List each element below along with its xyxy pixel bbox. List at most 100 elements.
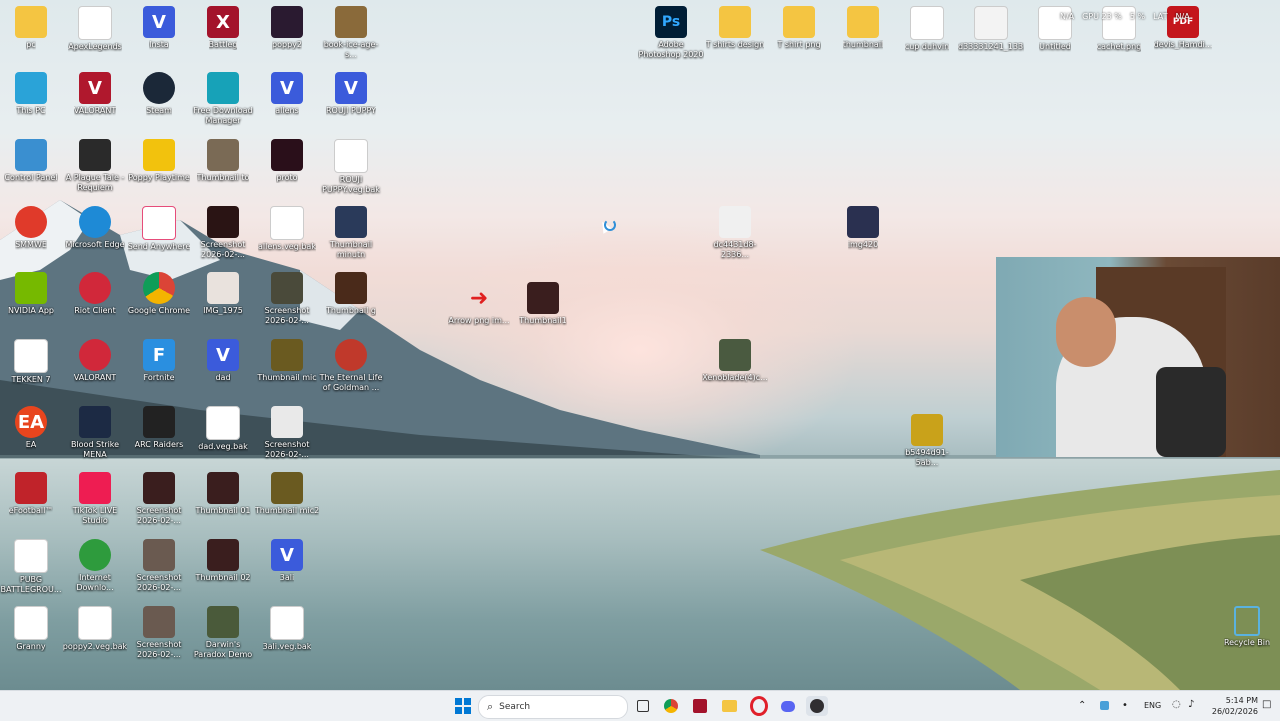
gpu-stat: GPU 23 %: [1082, 12, 1122, 21]
desktop-icon-xenoblade[interactable]: Xenoblade(4)c...: [702, 339, 768, 383]
desktop-icon-book-ice-age[interactable]: book-ice-age-s...: [318, 6, 384, 60]
desktop-icon-smmwe[interactable]: SMMWE: [0, 206, 64, 250]
desktop-icon-this-pc[interactable]: This PC: [0, 72, 64, 116]
desktop-icon-riot-client[interactable]: Riot Client: [62, 272, 128, 316]
desktop-icon-dad-bak[interactable]: dad.veg.bak: [190, 406, 256, 452]
image-thumbnail-icon: [207, 206, 239, 238]
steam-icon: [143, 72, 175, 104]
desktop-icon-thumbnail02[interactable]: Thumbnail 02: [190, 539, 256, 583]
desktop-icon-chrome[interactable]: Google Chrome: [126, 272, 192, 316]
desktop-icon-allens[interactable]: Vallens: [254, 72, 320, 116]
tray-network-app-icon[interactable]: [1100, 701, 1109, 710]
desktop-icon-thumbnail-g[interactable]: Thumbnail g: [318, 272, 384, 316]
taskbar-discord[interactable]: [777, 696, 799, 716]
desktop-icon-poppy-playtime[interactable]: Poppy Playtime: [126, 139, 192, 183]
desktop-icon-allens-bak[interactable]: allens.veg.bak: [254, 206, 320, 252]
notification-bell-icon[interactable]: □: [1262, 699, 1271, 710]
desktop-icon-screenshot-6[interactable]: Screenshot 2026-02-...: [254, 406, 320, 460]
desktop-icon-screenshot-4[interactable]: Screenshot 2026-02-...: [190, 206, 256, 260]
desktop-icon-thumbnail-folder[interactable]: thumbnail: [830, 6, 896, 50]
desktop-icon-idm[interactable]: Internet Downlo...: [62, 539, 128, 593]
desktop-icon-tshirt-png[interactable]: T shirt png: [766, 6, 832, 50]
desktop-icon-send-anywhere[interactable]: Send Anywhere: [126, 206, 192, 252]
desktop-icon-b5494d91[interactable]: b5494d91-5ab...: [894, 414, 960, 468]
desktop-icon-plague-tale[interactable]: A Plague Tale - Requiem: [62, 139, 128, 193]
desktop-icon-thumbnail1[interactable]: Thumbnail1: [510, 282, 576, 326]
desktop-icon-pubg[interactable]: PUBG BATTLEGROU...: [0, 539, 64, 595]
taskbar-file-explorer[interactable]: [718, 696, 740, 716]
desktop-icon-steam[interactable]: Steam: [126, 72, 192, 116]
desktop-icon-arrow-png[interactable]: ➜ Arrow png im...: [446, 282, 512, 326]
desktop-icon-dc4431d8[interactable]: dc4431d8-2336...: [702, 206, 768, 260]
desktop-icon-img420[interactable]: img420: [830, 206, 896, 250]
desktop-icon-nvidia-app[interactable]: NVIDIA App: [0, 272, 64, 316]
desktop-icon-fdm[interactable]: Free Download Manager: [190, 72, 256, 126]
start-button[interactable]: [452, 696, 474, 716]
file-icon: [270, 606, 304, 640]
desktop-icon-tshirts-design[interactable]: T shirts design: [702, 6, 768, 50]
desktop-icon-thumbnail-to[interactable]: Thumbnail to: [190, 139, 256, 183]
desktop-icon-arc-raiders[interactable]: ARC Raiders: [126, 406, 192, 450]
taskbar-app-x[interactable]: [689, 696, 711, 716]
desktop-icon-tiktok-live[interactable]: TikTok LIVE Studio: [62, 472, 128, 526]
desktop-icon-darwins-paradox[interactable]: Darwin's Paradox Demo: [190, 606, 256, 660]
loading-spinner-icon: [604, 219, 616, 231]
volume-icon[interactable]: ♪: [1188, 699, 1194, 710]
language-indicator[interactable]: ENG: [1144, 701, 1161, 710]
desktop-icon-photoshop[interactable]: Ps Adobe Photoshop 2020: [638, 6, 704, 60]
desktop-icon-cup-duhvin[interactable]: cup duhvin: [894, 6, 960, 52]
desktop-icon-eternal-life[interactable]: The Eternal Life of Goldman ...: [318, 339, 384, 393]
image-thumbnail-icon: [335, 6, 367, 38]
desktop-icon-proto[interactable]: proto: [254, 139, 320, 183]
image-thumbnail-icon: [271, 139, 303, 171]
desktop-icon-granny[interactable]: Granny: [0, 606, 64, 652]
image-thumbnail-icon: [143, 472, 175, 504]
desktop-icon-img1975[interactable]: IMG_1975: [190, 272, 256, 316]
desktop-icon-poppy2-bak[interactable]: poppy2.veg.bak: [62, 606, 128, 652]
desktop-icon-valorant-2[interactable]: VALORANT: [62, 339, 128, 383]
wifi-icon[interactable]: ◌: [1172, 699, 1181, 710]
desktop-icon-poppy2[interactable]: poppy2: [254, 6, 320, 50]
desktop-icon-rouji-puppy[interactable]: V ROUJI PUPPY: [318, 72, 384, 116]
desktop-icon-tekken7[interactable]: TEKKEN 7: [0, 339, 64, 385]
taskbar-chrome[interactable]: [660, 696, 682, 716]
desktop-icon-control-panel[interactable]: Control Panel: [0, 139, 64, 183]
desktop-icon-screenshot-2[interactable]: Screenshot 2026-02-...: [126, 539, 192, 593]
desktop-icon-blood-strike[interactable]: Blood Strike MENA: [62, 406, 128, 460]
desktop-icon-thumbnail-minutn[interactable]: Thumbnail minutn: [318, 206, 384, 260]
desktop-icon-thumbnail01[interactable]: Thumbnail 01: [190, 472, 256, 516]
desktop-icon-screenshot-3[interactable]: Screenshot 2026-02-...: [126, 606, 192, 660]
desktop-icon-rouji-puppy-bak[interactable]: ROUJI PUPPY.veg.bak: [318, 139, 384, 195]
microphone-icon[interactable]: •: [1122, 700, 1128, 711]
desktop-icon-3ali-bak[interactable]: 3ali.veg.bak: [254, 606, 320, 652]
task-view-button[interactable]: [632, 696, 654, 716]
image-thumbnail-icon: [271, 6, 303, 38]
percent-stat: 5 %: [1129, 12, 1146, 21]
desktop-icon-pc[interactable]: pc: [0, 6, 64, 50]
discord-icon: [781, 700, 795, 712]
desktop-icon-valorant[interactable]: V VALORANT: [62, 72, 128, 116]
taskbar-search[interactable]: ⌕ Search: [478, 695, 628, 719]
desktop-icon-efootball[interactable]: eFootball™: [0, 472, 64, 516]
file-icon: [78, 606, 112, 640]
desktop-icon-edge[interactable]: Microsoft Edge: [62, 206, 128, 250]
desktop-icon-thumbnail-mic[interactable]: Thumbnail mic: [254, 339, 320, 383]
desktop-icon-d3333[interactable]: d33331241_133...: [958, 6, 1024, 52]
taskbar-opera[interactable]: [748, 696, 770, 716]
desktop-icon-battleg[interactable]: X Battleg: [190, 6, 256, 50]
desktop-icon-screenshot-1[interactable]: Screenshot 2026-02-...: [126, 472, 192, 526]
tray-overflow-chevron-icon[interactable]: ⌃: [1078, 700, 1086, 711]
clock[interactable]: 5:14 PM 26/02/2026: [1208, 695, 1258, 717]
desktop-icon-dad[interactable]: Vdad: [190, 339, 256, 383]
desktop-icon-screenshot-5[interactable]: Screenshot 2026-02-...: [254, 272, 320, 326]
lat-value: N/A: [1175, 12, 1190, 21]
desktop-icon-recycle-bin[interactable]: Recycle Bin: [1214, 606, 1280, 648]
desktop-icon-fortnite[interactable]: F Fortnite: [126, 339, 192, 383]
taskbar-obs[interactable]: [806, 696, 828, 716]
desktop-icon-apexlegends[interactable]: ApexLegends: [62, 6, 128, 52]
riot-icon: [79, 339, 111, 371]
desktop-icon-thumbnail-mic2[interactable]: Thumbnail mic2: [254, 472, 320, 516]
desktop-icon-ea[interactable]: EA EA: [0, 406, 64, 450]
desktop-icon-3ali[interactable]: V 3ali: [254, 539, 320, 583]
desktop-icon-insta[interactable]: V Insta: [126, 6, 192, 50]
